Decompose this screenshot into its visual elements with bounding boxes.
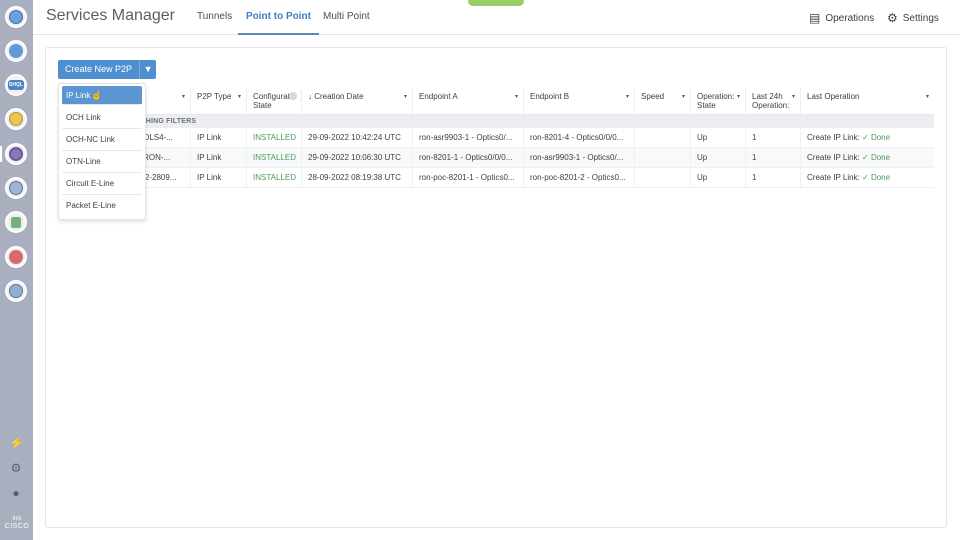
cell-type: IP Link bbox=[191, 168, 247, 187]
dropdown-item-packet-e-line[interactable]: Packet E-Line bbox=[62, 195, 142, 217]
services-table: ▾ P2P Type ▾ Configurat State ↓ Creation … bbox=[58, 88, 934, 188]
column-header-last-24h-operations[interactable]: Last 24h Operation: ▾ bbox=[746, 88, 801, 114]
dropdown-item-och-link[interactable]: OCH Link bbox=[62, 107, 142, 129]
cell-endpoint-b: ron-poc-8201-2 - Optics0... bbox=[524, 168, 635, 187]
column-header-config-state[interactable]: Configurat State bbox=[247, 88, 302, 114]
cell-endpoint-b: ron-asr9903-1 - Optics0/... bbox=[524, 148, 635, 167]
sort-icon[interactable]: ▾ bbox=[792, 93, 795, 102]
status-done: ✓ Done bbox=[862, 133, 891, 142]
column-header-p2p-type[interactable]: P2P Type ▾ bbox=[191, 88, 247, 114]
cell-last-op: Create IP Link: ✓ Done bbox=[807, 133, 891, 142]
dropdown-item-circuit-e-line[interactable]: Circuit E-Line bbox=[62, 173, 142, 195]
group-row: TCHING FILTERS bbox=[58, 115, 934, 128]
cell-created: 28-09-2022 08:19:38 UTC bbox=[302, 168, 413, 187]
active-marker bbox=[0, 146, 2, 162]
cube-icon-2[interactable] bbox=[5, 280, 27, 302]
dropdown-item-ip-link[interactable]: IP Link☝ bbox=[62, 86, 142, 105]
cell-config-state: INSTALLED bbox=[247, 148, 302, 167]
table-row[interactable]: 3-OLS4-... IP Link INSTALLED 29-09-2022 … bbox=[58, 128, 934, 148]
cell-speed bbox=[635, 168, 691, 187]
add-service-icon[interactable] bbox=[5, 143, 27, 165]
cell-speed bbox=[635, 148, 691, 167]
chevron-down-icon[interactable]: ▼ bbox=[139, 60, 157, 79]
status-done: ✓ Done bbox=[862, 173, 891, 182]
filter-icon[interactable] bbox=[289, 92, 297, 100]
column-header-endpoint-b[interactable]: Endpoint B ▾ bbox=[524, 88, 635, 114]
cell-created: 29-09-2022 10:06:30 UTC bbox=[302, 148, 413, 167]
sort-icon[interactable]: ▾ bbox=[238, 93, 241, 102]
cell-type: IP Link bbox=[191, 128, 247, 147]
column-header-operational-state[interactable]: Operation: State ▾ bbox=[691, 88, 746, 114]
cell-created: 29-09-2022 10:42:24 UTC bbox=[302, 128, 413, 147]
cell-endpoint-a: ron-8201-1 - Optics0/0/0... bbox=[413, 148, 524, 167]
create-new-p2p-button[interactable]: Create New P2P bbox=[58, 60, 140, 79]
notification-pill[interactable] bbox=[468, 0, 524, 6]
cell-last24: 1 bbox=[746, 128, 801, 147]
gear-icon: ⚙ bbox=[887, 11, 898, 25]
sidebar: SHQL ⚡ ⚙ ● ılıılı CISCO bbox=[0, 0, 33, 540]
sort-icon[interactable]: ▾ bbox=[926, 93, 929, 102]
list-icon: ▤ bbox=[809, 11, 821, 25]
dropdown-item-otn-line[interactable]: OTN-Line bbox=[62, 151, 142, 173]
sort-icon[interactable]: ▾ bbox=[626, 93, 629, 102]
sort-icon[interactable]: ▾ bbox=[404, 93, 407, 102]
table-header: ▾ P2P Type ▾ Configurat State ↓ Creation … bbox=[58, 88, 934, 115]
tab-tunnels[interactable]: Tunnels bbox=[197, 11, 232, 35]
sort-icon[interactable]: ▾ bbox=[682, 93, 685, 102]
health-search-icon[interactable] bbox=[5, 246, 27, 268]
trend-chart-icon[interactable] bbox=[5, 40, 27, 62]
cell-op-state: Up bbox=[691, 168, 746, 187]
cell-type: IP Link bbox=[191, 148, 247, 167]
create-type-dropdown: IP Link☝ OCH Link OCH-NC Link OTN-Line C… bbox=[58, 83, 146, 220]
cell-config-state: INSTALLED bbox=[247, 128, 302, 147]
cell-last24: 1 bbox=[746, 168, 801, 187]
sort-icon[interactable]: ▾ bbox=[515, 93, 518, 102]
cell-config-state: INSTALLED bbox=[247, 168, 302, 187]
cell-endpoint-a: ron-asr9903-1 - Optics0/... bbox=[413, 128, 524, 147]
settings-button[interactable]: ⚙ Settings bbox=[887, 11, 939, 25]
gear-icon[interactable]: ⚙ bbox=[9, 461, 23, 475]
database-icon[interactable] bbox=[5, 108, 27, 130]
bolt-icon[interactable]: ⚡ bbox=[9, 436, 24, 450]
table-row[interactable]: 202-2809... IP Link INSTALLED 28-09-2022… bbox=[58, 168, 934, 188]
column-header-endpoint-a[interactable]: Endpoint A ▾ bbox=[413, 88, 524, 114]
status-done: ✓ Done bbox=[862, 153, 891, 162]
cell-endpoint-a: ron-poc-8201-1 - Optics0... bbox=[413, 168, 524, 187]
cell-last24: 1 bbox=[746, 148, 801, 167]
hand-cursor-icon: ☝ bbox=[91, 90, 103, 100]
cell-op-state: Up bbox=[691, 128, 746, 147]
operations-button[interactable]: ▤ Operations bbox=[809, 11, 874, 25]
cell-endpoint-b: ron-8201-4 - Optics0/0/0... bbox=[524, 128, 635, 147]
user-icon[interactable]: ● bbox=[9, 486, 23, 500]
cube-icon[interactable] bbox=[5, 177, 27, 199]
tab-point-to-point[interactable]: Point to Point bbox=[238, 11, 319, 35]
cell-speed bbox=[635, 128, 691, 147]
cisco-logo: ılıılı CISCO bbox=[4, 516, 30, 530]
table-row[interactable]: 4-RON-... IP Link INSTALLED 29-09-2022 1… bbox=[58, 148, 934, 168]
cell-last-op: Create IP Link: ✓ Done bbox=[807, 153, 891, 162]
sort-icon[interactable]: ▾ bbox=[737, 93, 740, 102]
crosswork-logo-icon[interactable] bbox=[5, 6, 27, 28]
column-header-creation-date[interactable]: ↓ Creation Date ▾ bbox=[302, 88, 413, 114]
dropdown-item-och-nc-link[interactable]: OCH-NC Link bbox=[62, 129, 142, 151]
sort-icon[interactable]: ▾ bbox=[182, 93, 185, 102]
tab-multi-point[interactable]: Multi Point bbox=[323, 11, 370, 35]
column-header-last-operation[interactable]: Last Operation ▾ bbox=[801, 88, 934, 114]
shql-icon[interactable]: SHQL bbox=[5, 74, 27, 96]
document-icon[interactable] bbox=[5, 211, 27, 233]
cell-op-state: Up bbox=[691, 148, 746, 167]
create-new-p2p-split-button: Create New P2P ▼ bbox=[58, 60, 157, 79]
app-title: Services Manager bbox=[46, 7, 175, 24]
cell-last-op: Create IP Link: ✓ Done bbox=[807, 173, 891, 182]
column-header-speed[interactable]: Speed ▾ bbox=[635, 88, 691, 114]
